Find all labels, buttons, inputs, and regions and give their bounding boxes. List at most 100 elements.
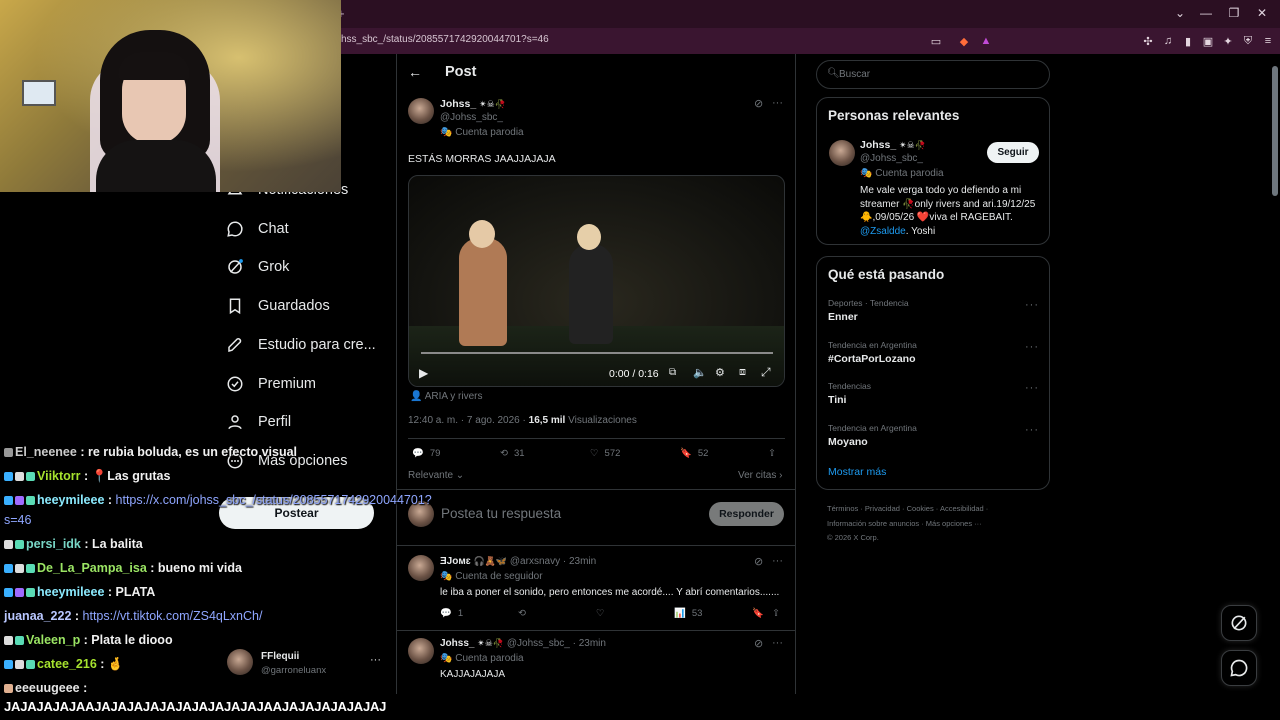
post-text: ESTÁS MORRAS JAAJJAJAJA [408,153,556,165]
sidebar-icon[interactable]: ▮ [1180,33,1196,49]
footer-links[interactable]: Términos · Privacidad · Cookies · Accesi… [827,504,988,513]
nav-item-chat[interactable]: Chat [226,217,289,241]
reply-button[interactable]: 💬 79 [412,448,440,459]
extensions-icon[interactable]: ✣ [1140,33,1156,49]
reply-like-button[interactable]: ♡ [596,608,605,619]
trend-more-icon[interactable]: ··· [1025,341,1039,353]
reply-avatar[interactable] [408,555,434,581]
nav-item-profile[interactable]: Perfil [226,410,291,434]
close-button[interactable]: ✕ [1252,6,1272,20]
webcam-overlay [0,0,341,192]
trend-more-icon[interactable]: ··· [1025,382,1039,394]
card-title: Qué está pasando [828,267,945,282]
account-switcher[interactable]: FFlequii @garroneluanx ··· [227,649,387,679]
share-button[interactable]: ⇪ [768,448,776,459]
reply-bookmark-button[interactable]: 🔖 [752,608,764,619]
nav-item-creator-studio[interactable]: Estudio para cre... [226,333,376,357]
video-player[interactable]: ▶ 0:00 / 0:16 ⧉ 🔈 ⚙ ⧈ ⤢ [408,175,785,387]
chat-message: Valeen_p : Plata le diooo [4,633,173,647]
bookmark-button[interactable]: 🔖 52 [680,448,708,459]
reply-repost-button[interactable]: ⟲ [518,608,526,619]
nav-label: Premium [258,376,317,392]
footer-links[interactable]: Información sobre anuncios · Más opcione… [827,519,982,528]
grok-icon [226,258,244,276]
like-button[interactable]: ♡ 572 [590,448,620,459]
share-icon: ⇪ [768,448,776,459]
nav-item-bookmarks[interactable]: Guardados [226,294,330,318]
repost-button[interactable]: ⟲ 31 [500,448,525,459]
tab-list-button[interactable]: ⌄ [1170,6,1190,20]
account-name: FFlequii [261,651,300,662]
relevant-bio: Me vale verga todo yo defiendo a mi stre… [860,185,1036,237]
play-icon[interactable]: ▶ [419,366,428,380]
volume-icon[interactable]: 🔈 [693,366,707,379]
settings-gear-icon[interactable]: ⚙ [715,366,725,379]
video-progress-bar[interactable] [421,352,773,354]
trend-more-icon[interactable]: ··· [1025,424,1039,436]
reply-input[interactable]: Postea tu respuesta [441,506,561,521]
grok-icon[interactable]: ⊘ [754,555,763,568]
post-more-icon[interactable]: ··· [772,97,783,109]
bookmark-icon: 🔖 [752,608,764,619]
page-scrollbar[interactable] [1270,54,1280,694]
reply-text: le iba a poner el sonido, pero entonces … [440,587,780,598]
relevant-name[interactable]: Johss_ ✴☠🥀 [860,139,926,151]
media-icon[interactable]: ♫ [1160,33,1176,49]
brave-shield-icon[interactable]: ◆ [956,33,972,49]
account-more-icon[interactable]: ··· [370,654,381,666]
search-input[interactable]: Buscar [839,69,870,80]
video-tag[interactable]: 👤 ARIA y rivers [410,391,482,402]
mask-icon: 🎭 [440,653,453,664]
rewards-icon[interactable]: ▲ [978,33,994,49]
nav-label: Grok [258,259,290,275]
vpn-icon[interactable]: ⛨ [1240,33,1256,49]
reply-share-button[interactable]: ⇪ [772,608,780,619]
grok-fab-button[interactable] [1221,605,1257,641]
nav-label: Chat [258,221,289,237]
minimize-button[interactable]: — [1196,6,1216,20]
reply-submit-button[interactable]: Responder [709,502,784,526]
scroll-thumb[interactable] [1272,66,1278,196]
nav-item-premium[interactable]: Premium [226,372,316,396]
heart-icon: ♡ [590,448,599,459]
back-arrow-icon[interactable]: ← [408,64,422,80]
pip-icon[interactable]: ⧈ [739,366,746,379]
sort-dropdown[interactable]: Relevante ⌄ [408,470,464,481]
reply-reply-button[interactable]: 💬 1 [440,608,463,619]
wallet-icon[interactable]: ▣ [1200,33,1216,49]
reply-avatar[interactable] [408,638,434,664]
restore-button[interactable]: ❐ [1224,6,1244,20]
messages-fab-button[interactable] [1221,650,1257,686]
author-name[interactable]: Johss_ ✴☠🥀 [440,98,506,110]
fullscreen-icon[interactable]: ⤢ [761,365,771,380]
author-avatar[interactable] [408,98,434,124]
show-more-link[interactable]: Mostrar más [828,466,886,478]
search-box[interactable]: 🔍︎ Buscar [816,60,1050,89]
follow-button[interactable]: Seguir [987,142,1039,163]
chat-link[interactable]: https://x.com/johss_sbc_/status/20855717… [116,493,432,507]
trend-more-icon[interactable]: ··· [1025,299,1039,311]
parody-label: 🎭 Cuenta parodia [440,653,524,664]
person-icon [226,413,244,431]
chat-link[interactable]: s=46 [4,513,31,527]
mask-icon: 🎭 [860,168,873,179]
reply-more-icon[interactable]: ··· [772,637,783,649]
chat-link[interactable]: https://vt.tiktok.com/ZS4qLxnCh/ [83,609,263,623]
person-icon: 👤 [410,391,423,402]
screen-cast-icon[interactable]: ▭ [928,33,944,49]
grok-icon[interactable]: ⊘ [754,637,763,650]
grok-icon[interactable]: ⊘ [754,97,763,110]
captions-icon[interactable]: ⧉ [669,367,676,378]
bio-mention-link[interactable]: @Zsaldde [860,226,906,237]
relevant-avatar[interactable] [829,140,855,166]
view-quotes-link[interactable]: Ver citas › [738,470,782,481]
chat-bubble-icon [226,220,244,238]
nav-item-grok[interactable]: Grok [226,255,289,279]
url-input[interactable]: hss_sbc_/status/2085571742920044701?s=46 [341,34,549,45]
bookmark-icon [226,297,244,315]
menu-icon[interactable]: ≡ [1260,33,1276,49]
ai-icon[interactable]: ✦ [1220,33,1236,49]
reply-more-icon[interactable]: ··· [772,555,783,567]
reply-views[interactable]: 📊 53 [674,608,702,619]
bar-chart-icon: 📊 [674,608,686,619]
